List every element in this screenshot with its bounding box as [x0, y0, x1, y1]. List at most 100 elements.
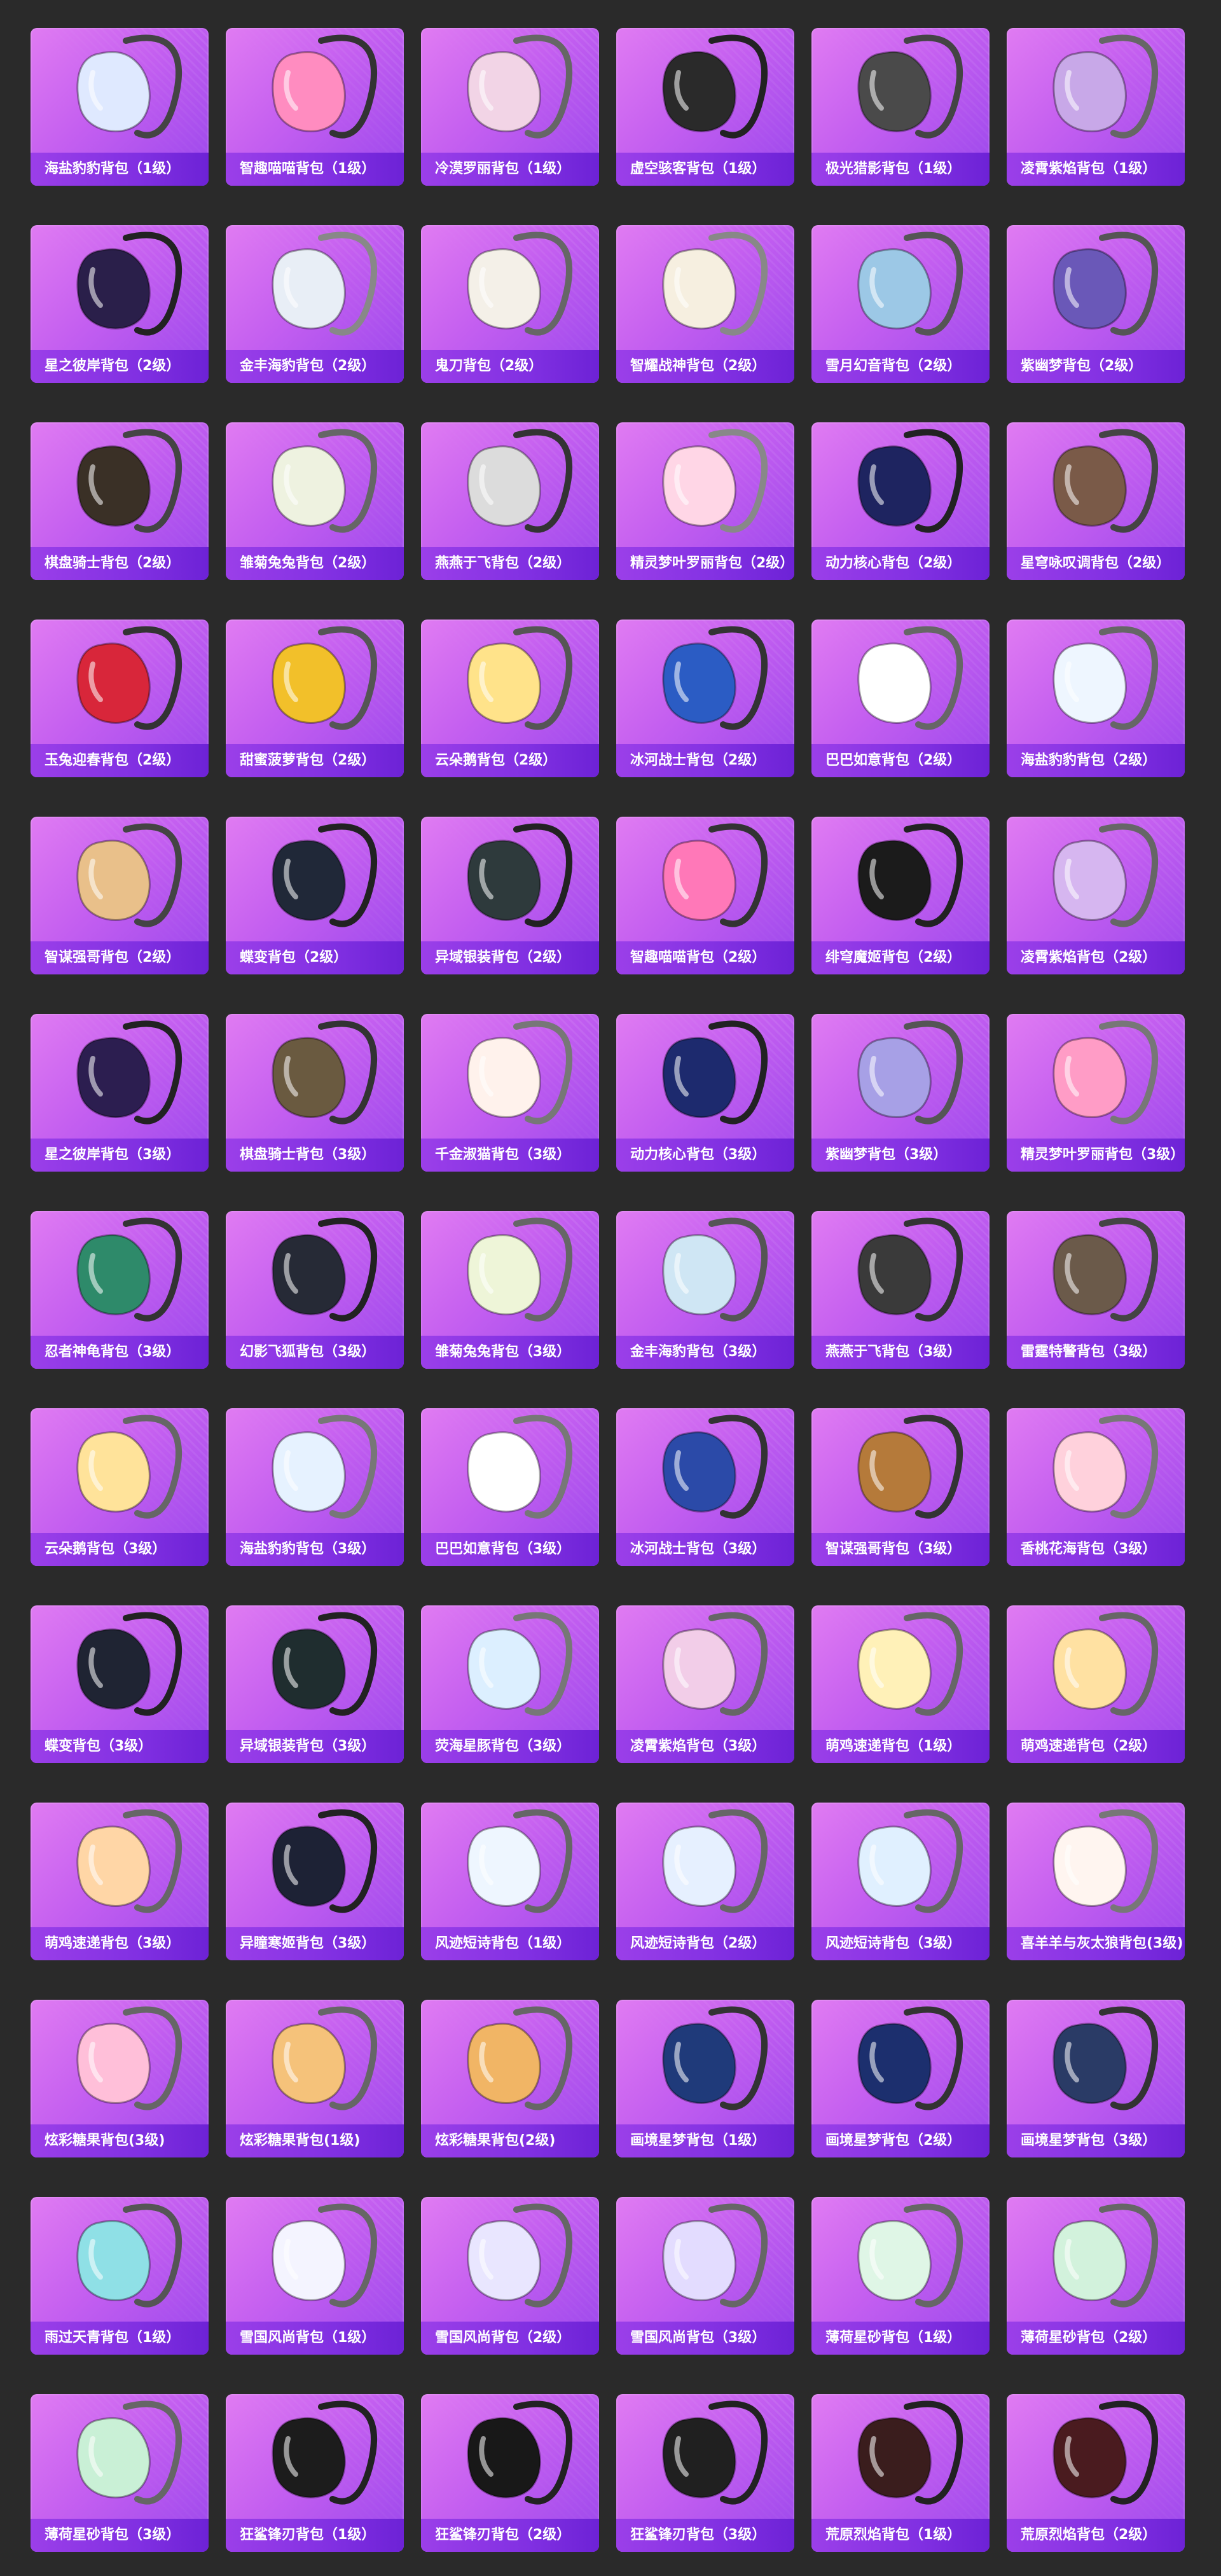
backpack-card[interactable]: 异域银装背包（3级） — [226, 1605, 404, 1763]
backpack-card[interactable]: 巴巴如意背包（2级） — [811, 620, 990, 777]
backpack-card[interactable]: 燕燕于飞背包（2级） — [421, 422, 599, 580]
backpack-label: 星之彼岸背包（2级） — [31, 350, 209, 383]
backpack-label: 金丰海豹背包（3级） — [616, 1336, 794, 1369]
backpack-card[interactable]: 狂鲨锋刃背包（1级） — [226, 2394, 404, 2552]
backpack-card[interactable]: 金丰海豹背包（3级） — [616, 1211, 794, 1369]
backpack-card[interactable]: 狂鲨锋刃背包（2级） — [421, 2394, 599, 2552]
backpack-card[interactable]: 动力核心背包（3级） — [616, 1014, 794, 1172]
backpack-card[interactable]: 萌鸡速递背包（1级） — [811, 1605, 990, 1763]
backpack-icon — [467, 823, 572, 927]
backpack-card[interactable]: 雪月幻音背包（2级） — [811, 225, 990, 383]
backpack-body — [76, 1037, 151, 1118]
backpack-body — [662, 2417, 736, 2498]
backpack-card[interactable]: 巴巴如意背包（3级） — [421, 1408, 599, 1566]
backpack-card[interactable]: 荧海星豚背包（3级） — [421, 1605, 599, 1763]
backpack-card[interactable]: 冷漠罗丽背包（1级） — [421, 28, 599, 186]
backpack-card[interactable]: 风迹短诗背包（1级） — [421, 1803, 599, 1960]
backpack-icon — [857, 232, 963, 336]
backpack-card[interactable]: 星之彼岸背包（3级） — [31, 1014, 209, 1172]
backpack-card[interactable]: 云朵鹅背包（2级） — [421, 620, 599, 777]
backpack-card[interactable]: 雷霆特警背包（3级） — [1007, 1211, 1185, 1369]
backpack-card[interactable]: 精灵梦叶罗丽背包（3级） — [1007, 1014, 1185, 1172]
backpack-card[interactable]: 薄荷星砂背包（2级） — [1007, 2197, 1185, 2355]
backpack-card[interactable]: 甜蜜菠萝背包（2级） — [226, 620, 404, 777]
backpack-card[interactable]: 忍者神龟背包（3级） — [31, 1211, 209, 1369]
backpack-card[interactable]: 雏菊兔兔背包（2级） — [226, 422, 404, 580]
backpack-label: 燕燕于飞背包（3级） — [811, 1336, 990, 1369]
backpack-card[interactable]: 蝶变背包（3级） — [31, 1605, 209, 1763]
backpack-card[interactable]: 金丰海豹背包（2级） — [226, 225, 404, 383]
backpack-card[interactable]: 香桃花海背包（3级） — [1007, 1408, 1185, 1566]
backpack-card[interactable]: 紫幽梦背包（3级） — [811, 1014, 990, 1172]
backpack-card[interactable]: 星穹咏叹调背包（2级） — [1007, 422, 1185, 580]
backpack-label: 玉兔迎春背包（2级） — [31, 744, 209, 777]
backpack-card[interactable]: 凌霄紫焰背包（2级） — [1007, 817, 1185, 974]
backpack-card[interactable]: 智谋强哥背包（3级） — [811, 1408, 990, 1566]
backpack-card[interactable]: 狂鲨锋刃背包（3级） — [616, 2394, 794, 2552]
backpack-icon — [272, 1217, 377, 1322]
backpack-card[interactable]: 喜羊羊与灰太狼背包(3级) — [1007, 1803, 1185, 1960]
backpack-card[interactable]: 千金淑猫背包（3级） — [421, 1014, 599, 1172]
backpack-card[interactable]: 凌霄紫焰背包（1级） — [1007, 28, 1185, 186]
backpack-card[interactable]: 绯穹魔姬背包（2级） — [811, 817, 990, 974]
backpack-card[interactable]: 萌鸡速递背包（3级） — [31, 1803, 209, 1960]
backpack-card[interactable]: 精灵梦叶罗丽背包（2级） — [616, 422, 794, 580]
backpack-card[interactable]: 荒原烈焰背包（2级） — [1007, 2394, 1185, 2552]
backpack-card[interactable]: 海盐豹豹背包（1级） — [31, 28, 209, 186]
backpack-label: 风迹短诗背包（2级） — [616, 1927, 794, 1960]
backpack-card[interactable]: 画境星梦背包（3级） — [1007, 2000, 1185, 2157]
backpack-card[interactable]: 凌霄紫焰背包（3级） — [616, 1605, 794, 1763]
backpack-card[interactable]: 薄荷星砂背包（1级） — [811, 2197, 990, 2355]
backpack-card[interactable]: 异域银装背包（2级） — [421, 817, 599, 974]
backpack-icon — [662, 2400, 768, 2505]
backpack-card[interactable]: 炫彩糖果背包(2级) — [421, 2000, 599, 2157]
backpack-card[interactable]: 异瞳寒姬背包（3级） — [226, 1803, 404, 1960]
backpack-card[interactable]: 炫彩糖果背包(3级) — [31, 2000, 209, 2157]
backpack-card[interactable]: 智趣喵喵背包（1级） — [226, 28, 404, 186]
backpack-card[interactable]: 智谋强哥背包（2级） — [31, 817, 209, 974]
backpack-label: 冰河战士背包（2级） — [616, 744, 794, 777]
backpack-card[interactable]: 紫幽梦背包（2级） — [1007, 225, 1185, 383]
backpack-label: 画境星梦背包（3级） — [1007, 2124, 1185, 2157]
backpack-card[interactable]: 星之彼岸背包（2级） — [31, 225, 209, 383]
backpack-card[interactable]: 萌鸡速递背包（2级） — [1007, 1605, 1185, 1763]
backpack-card[interactable]: 虚空骇客背包（1级） — [616, 28, 794, 186]
backpack-card[interactable]: 海盐豹豹背包（3级） — [226, 1408, 404, 1566]
backpack-card[interactable]: 动力核心背包（2级） — [811, 422, 990, 580]
backpack-card[interactable]: 雪国风尚背包（2级） — [421, 2197, 599, 2355]
backpack-card[interactable]: 蝶变背包（2级） — [226, 817, 404, 974]
backpack-card[interactable]: 幻影飞狐背包（3级） — [226, 1211, 404, 1369]
backpack-body — [1052, 51, 1127, 132]
backpack-icon — [857, 626, 963, 730]
backpack-card[interactable]: 荒原烈焰背包（1级） — [811, 2394, 990, 2552]
backpack-card[interactable]: 海盐豹豹背包（2级） — [1007, 620, 1185, 777]
backpack-card[interactable]: 炫彩糖果背包(1级) — [226, 2000, 404, 2157]
backpack-label: 冰河战士背包（3级） — [616, 1533, 794, 1566]
backpack-card[interactable]: 棋盘骑士背包（2级） — [31, 422, 209, 580]
backpack-card[interactable]: 风迹短诗背包（3级） — [811, 1803, 990, 1960]
backpack-card[interactable]: 雪国风尚背包（1级） — [226, 2197, 404, 2355]
backpack-icon — [467, 232, 572, 336]
backpack-card[interactable]: 燕燕于飞背包（3级） — [811, 1211, 990, 1369]
backpack-card[interactable]: 极光猎影背包（1级） — [811, 28, 990, 186]
backpack-card[interactable]: 鬼刀背包（2级） — [421, 225, 599, 383]
backpack-body — [76, 840, 151, 921]
backpack-card[interactable]: 雨过天青背包（1级） — [31, 2197, 209, 2355]
backpack-card[interactable]: 薄荷星砂背包（3级） — [31, 2394, 209, 2552]
backpack-card[interactable]: 云朵鹅背包（3级） — [31, 1408, 209, 1566]
backpack-body — [467, 1628, 541, 1710]
backpack-card[interactable]: 智趣喵喵背包（2级） — [616, 817, 794, 974]
backpack-card[interactable]: 风迹短诗背包（2级） — [616, 1803, 794, 1960]
backpack-card[interactable]: 玉兔迎春背包（2级） — [31, 620, 209, 777]
backpack-card[interactable]: 冰河战士背包（3级） — [616, 1408, 794, 1566]
backpack-card[interactable]: 雪国风尚背包（3级） — [616, 2197, 794, 2355]
backpack-label: 炫彩糖果背包(2级) — [421, 2124, 599, 2157]
backpack-card[interactable]: 画境星梦背包（2级） — [811, 2000, 990, 2157]
backpack-card[interactable]: 棋盘骑士背包（3级） — [226, 1014, 404, 1172]
backpack-card[interactable]: 冰河战士背包（2级） — [616, 620, 794, 777]
backpack-card[interactable]: 雏菊兔兔背包（3级） — [421, 1211, 599, 1369]
backpack-icon — [272, 2203, 377, 2308]
backpack-card[interactable]: 画境星梦背包（1级） — [616, 2000, 794, 2157]
backpack-card[interactable]: 智耀战神背包（2级） — [616, 225, 794, 383]
backpack-label: 狂鲨锋刃背包（3级） — [616, 2519, 794, 2552]
